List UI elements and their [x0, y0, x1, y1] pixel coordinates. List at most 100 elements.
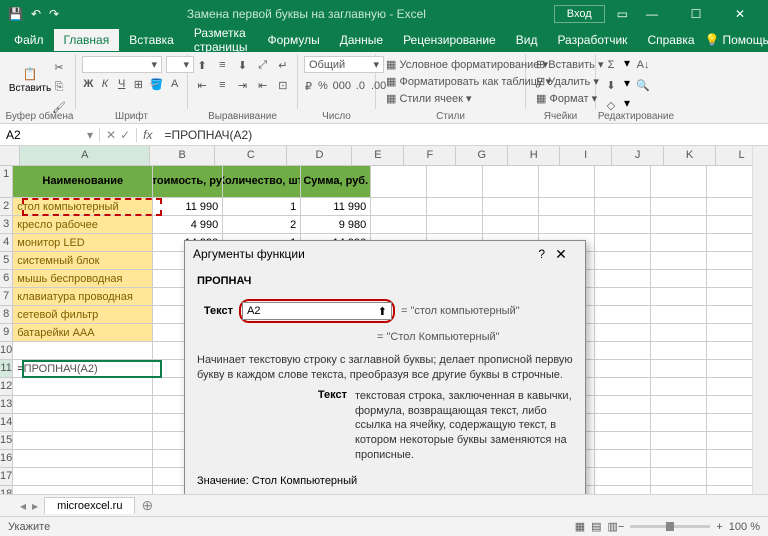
cell[interactable] [651, 270, 707, 288]
autosum-icon[interactable]: Σ [602, 56, 620, 74]
save-icon[interactable]: 💾 [8, 7, 23, 21]
row-header[interactable]: 14 [0, 414, 13, 432]
align-top-icon[interactable]: ⬆ [194, 56, 210, 74]
cell[interactable] [595, 234, 651, 252]
cell[interactable] [595, 360, 651, 378]
cell[interactable]: 11 990 [301, 198, 371, 216]
cell[interactable] [595, 324, 651, 342]
cell[interactable]: батарейки AAA [13, 324, 153, 342]
cell[interactable] [651, 288, 707, 306]
tab-formulas[interactable]: Формулы [257, 29, 329, 51]
enter-formula-icon[interactable]: ✓ [120, 128, 130, 142]
cell[interactable] [595, 450, 651, 468]
row-header[interactable]: 16 [0, 450, 13, 468]
italic-button[interactable]: К [99, 75, 112, 93]
undo-icon[interactable]: ↶ [31, 7, 41, 21]
cell[interactable]: кресло рабочее [13, 216, 153, 234]
cell[interactable] [595, 166, 651, 198]
vertical-scrollbar[interactable] [752, 146, 768, 512]
cell[interactable] [651, 432, 707, 450]
cell[interactable] [651, 342, 707, 360]
bold-button[interactable]: Ж [82, 75, 95, 93]
add-sheet-button[interactable]: ⊕ [141, 497, 153, 514]
range-picker-icon[interactable]: ⬆ [378, 305, 387, 318]
view-normal-icon[interactable]: ▦ [575, 520, 585, 533]
cell[interactable] [651, 252, 707, 270]
number-format-select[interactable]: Общий▾ [304, 56, 384, 73]
cell[interactable]: стол компьютерный [13, 198, 153, 216]
cell[interactable] [483, 198, 539, 216]
cell[interactable] [595, 198, 651, 216]
col-header[interactable]: C [215, 146, 287, 165]
cell[interactable]: клавиатура проводная [13, 288, 153, 306]
cell[interactable] [651, 396, 707, 414]
cell[interactable] [595, 288, 651, 306]
row-header[interactable]: 6 [0, 270, 13, 288]
cell[interactable]: Сумма, руб. [301, 166, 371, 198]
cell[interactable] [651, 324, 707, 342]
format-cells-button[interactable]: ▦ Формат ▾ [532, 90, 589, 107]
tab-file[interactable]: Файл [4, 29, 54, 51]
row-header[interactable]: 7 [0, 288, 13, 306]
merge-icon[interactable]: ⊡ [275, 76, 291, 94]
col-header[interactable]: K [664, 146, 716, 165]
sheet-tab[interactable]: microexcel.ru [44, 497, 135, 514]
cancel-formula-icon[interactable]: ✕ [106, 128, 116, 142]
cell[interactable] [595, 432, 651, 450]
tab-help[interactable]: Справка [637, 29, 704, 51]
percent-icon[interactable]: % [317, 77, 329, 95]
indent-dec-icon[interactable]: ⇤ [255, 76, 271, 94]
col-header[interactable]: B [150, 146, 215, 165]
col-header[interactable]: E [352, 146, 404, 165]
select-all-corner[interactable] [0, 146, 20, 165]
font-family-select[interactable]: ▾ [82, 56, 162, 73]
insert-cells-button[interactable]: ⊞ Вставить ▾ [532, 56, 589, 73]
cell[interactable] [595, 414, 651, 432]
cell[interactable] [595, 342, 651, 360]
row-header[interactable]: 13 [0, 396, 13, 414]
cell[interactable] [427, 216, 483, 234]
login-button[interactable]: Вход [554, 5, 605, 23]
align-bottom-icon[interactable]: ⬇ [234, 56, 250, 74]
row-header[interactable]: 1 [0, 166, 13, 198]
sheet-nav-next-icon[interactable]: ▸ [32, 499, 38, 513]
col-header[interactable]: D [287, 146, 352, 165]
fill-color-button[interactable]: 🪣 [149, 75, 165, 93]
tab-developer[interactable]: Разработчик [547, 29, 637, 51]
underline-button[interactable]: Ч [115, 75, 128, 93]
cell[interactable] [13, 378, 153, 396]
font-color-button[interactable]: A [168, 75, 181, 93]
cell[interactable]: системный блок [13, 252, 153, 270]
formula-input[interactable]: =ПРОПНАЧ(A2) [158, 128, 768, 142]
cell[interactable] [13, 342, 153, 360]
cell[interactable] [13, 432, 153, 450]
cell[interactable]: сетевой фильтр [13, 306, 153, 324]
cell[interactable] [651, 216, 707, 234]
cell[interactable] [371, 216, 427, 234]
tab-home[interactable]: Главная [54, 29, 120, 51]
inc-decimal-icon[interactable]: .0 [355, 77, 366, 95]
cell[interactable] [595, 270, 651, 288]
row-header[interactable]: 2 [0, 198, 13, 216]
cell[interactable]: 9 980 [301, 216, 371, 234]
sheet-nav-prev-icon[interactable]: ◂ [20, 499, 26, 513]
cell[interactable] [483, 216, 539, 234]
fill-icon[interactable]: ⬇ [602, 76, 620, 94]
col-header[interactable]: H [508, 146, 560, 165]
cell[interactable]: 2 [223, 216, 301, 234]
cell[interactable] [651, 378, 707, 396]
maximize-button[interactable]: ☐ [676, 0, 716, 28]
cell[interactable] [595, 468, 651, 486]
cell[interactable]: 4 990 [153, 216, 223, 234]
cell-styles-button[interactable]: ▦ Стили ячеек ▾ [382, 90, 519, 107]
cell[interactable] [427, 198, 483, 216]
row-header[interactable]: 15 [0, 432, 13, 450]
row-header[interactable]: 9 [0, 324, 13, 342]
dialog-help-icon[interactable]: ? [538, 247, 545, 261]
redo-icon[interactable]: ↷ [49, 7, 59, 21]
cell[interactable] [539, 166, 595, 198]
row-header[interactable]: 17 [0, 468, 13, 486]
zoom-control[interactable]: − + 100 % [618, 521, 760, 533]
comma-icon[interactable]: 000 [333, 77, 351, 95]
tab-insert[interactable]: Вставка [119, 29, 184, 51]
